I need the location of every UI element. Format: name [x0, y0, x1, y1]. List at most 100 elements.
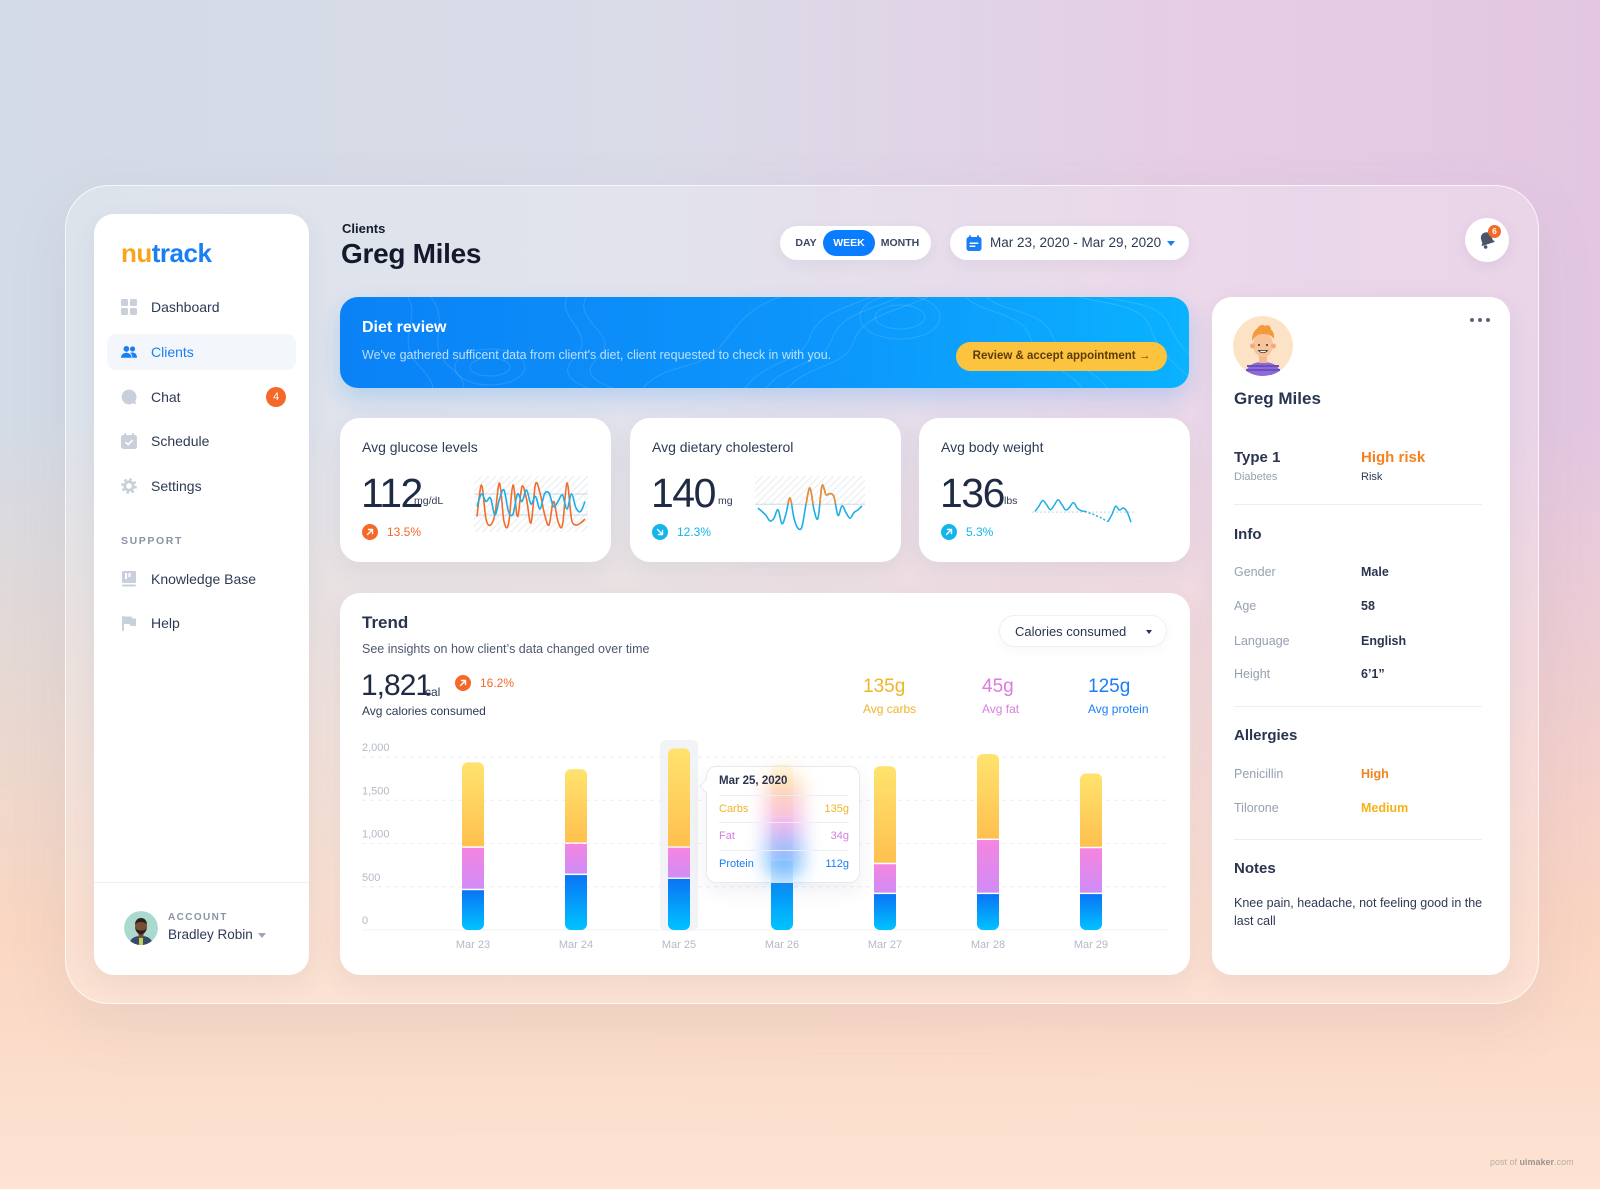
bar-segment-fat — [977, 840, 999, 893]
book-icon — [121, 571, 137, 587]
macro-value: 45g — [982, 676, 1014, 697]
y-tick-label: 1,500 — [362, 785, 390, 797]
metric-select-value: Calories consumed — [1015, 624, 1127, 639]
breadcrumb[interactable]: Clients — [342, 221, 385, 236]
cholesterol-sparkline — [755, 476, 865, 531]
y-tick-label: 500 — [362, 872, 380, 884]
logo-part-nu: nu — [121, 238, 152, 268]
trend-up-icon — [362, 524, 378, 540]
period-option-week[interactable]: WEEK — [823, 230, 875, 256]
section-divider — [1234, 839, 1482, 840]
x-tick-label: Mar 24 — [559, 939, 593, 951]
bar-stack[interactable] — [565, 769, 587, 930]
sparkline-line-projected — [1084, 510, 1109, 523]
bar-stack[interactable] — [874, 766, 896, 930]
sidebar-item-knowledge-base[interactable]: Knowledge Base — [107, 561, 296, 597]
avg-calories-label: Avg calories consumed — [362, 704, 486, 718]
account-label: ACCOUNT — [168, 912, 228, 923]
glucose-sparkline — [474, 476, 588, 532]
risk-label: Risk — [1361, 471, 1383, 483]
bar-segment-protein — [977, 894, 999, 930]
macro-label: Avg protein — [1088, 702, 1149, 716]
tooltip-row-label: Fat — [719, 830, 735, 842]
watermark-suffix: .com — [1554, 1157, 1574, 1167]
sidebar-item-help[interactable]: Help — [107, 605, 296, 641]
sparkline-line — [1034, 499, 1086, 513]
sidebar-item-chat[interactable]: Chat 4 — [107, 379, 296, 415]
bar-stack[interactable] — [462, 762, 484, 930]
bar-segment-protein — [462, 890, 484, 930]
info-value-language: English — [1361, 634, 1407, 648]
bar-segment-carbs — [462, 762, 484, 847]
more-options-button[interactable] — [1468, 311, 1494, 327]
flag-icon — [121, 615, 137, 631]
stat-card-cholesterol: Avg dietary cholesterol 140 mg 12.3% — [630, 418, 901, 562]
notifications-button[interactable]: 6 — [1465, 218, 1509, 262]
macro-protein: 125g Avg protein — [1088, 676, 1149, 716]
stat-title: Avg glucose levels — [362, 439, 478, 455]
allergy-name: Tilorone — [1234, 801, 1279, 815]
period-toggle: DAY WEEK MONTH — [780, 226, 931, 260]
notes-text: Knee pain, headache, not feeling good in… — [1234, 896, 1483, 928]
metric-select[interactable]: Calories consumed — [999, 615, 1167, 647]
review-accept-appointment-button[interactable]: Review & accept appointment → — [956, 342, 1167, 371]
logo[interactable]: nutrack — [121, 238, 212, 269]
users-icon — [121, 344, 137, 360]
diet-review-banner: Diet review We've gathered sufficent dat… — [340, 297, 1189, 388]
account-switcher[interactable]: Bradley Robin — [168, 927, 266, 942]
section-divider — [1234, 706, 1482, 707]
caret-down-icon — [1167, 241, 1175, 246]
bar-segment-fat — [668, 847, 690, 878]
bar-stack[interactable] — [1080, 773, 1102, 930]
sidebar-item-clients[interactable]: Clients — [107, 334, 296, 370]
account-avatar[interactable] — [124, 911, 158, 945]
bar-segment-protein — [1080, 894, 1102, 930]
trend-card: Trend See insights on how client’s data … — [340, 593, 1190, 975]
sidebar-item-label: Clients — [151, 344, 194, 360]
trend-down-icon — [652, 524, 668, 540]
bar-segment-protein — [565, 875, 587, 930]
trend-up-icon — [941, 524, 957, 540]
stat-change-value: 13.5% — [387, 525, 422, 539]
allergy-level: Medium — [1361, 801, 1409, 815]
bar-stack[interactable] — [668, 748, 690, 930]
calendar-icon — [966, 235, 982, 251]
tooltip-divider — [719, 850, 849, 851]
tooltip-date: Mar 25, 2020 — [719, 775, 788, 787]
info-key-gender: Gender — [1234, 565, 1276, 579]
bar-segment-protein — [874, 894, 896, 930]
bar-segment-carbs — [1080, 773, 1102, 847]
bar-segment-protein — [668, 878, 690, 930]
tooltip-divider — [719, 822, 849, 823]
tooltip-row-value: 135g — [824, 803, 849, 815]
trend-up-icon — [455, 675, 471, 691]
allergy-name: Penicillin — [1234, 767, 1284, 781]
diabetes-type: Type 1 — [1234, 449, 1281, 466]
bar-stack[interactable] — [977, 753, 999, 930]
info-key-language: Language — [1234, 634, 1290, 648]
banner-title: Diet review — [362, 319, 447, 336]
sidebar-item-label: Schedule — [151, 433, 210, 449]
period-option-day[interactable]: DAY — [791, 230, 821, 256]
date-range-picker[interactable]: Mar 23, 2020 - Mar 29, 2020 — [950, 226, 1189, 260]
x-tick-label: Mar 25 — [662, 939, 696, 951]
sidebar-item-dashboard[interactable]: Dashboard — [107, 289, 296, 325]
caret-down-icon — [1146, 630, 1152, 634]
period-option-month[interactable]: MONTH — [878, 230, 922, 256]
y-tick-label: 2,000 — [362, 742, 390, 754]
y-tick-label: 0 — [362, 915, 368, 927]
date-range-value: Mar 23, 2020 - Mar 29, 2020 — [990, 235, 1162, 250]
x-tick-label: Mar 28 — [971, 939, 1005, 951]
x-tick-label: Mar 27 — [868, 939, 902, 951]
info-value-height: 6’1” — [1361, 667, 1385, 681]
sidebar-item-label: Settings — [151, 478, 202, 494]
tooltip-row-label: Carbs — [719, 803, 749, 815]
sidebar-item-settings[interactable]: Settings — [107, 468, 296, 504]
stat-unit: mg — [718, 495, 733, 507]
avg-calories-change-value: 16.2% — [480, 676, 515, 690]
tooltip-row-carbs: Carbs 135g — [719, 803, 849, 815]
stat-value: 112 — [361, 470, 423, 516]
body-weight-sparkline — [1032, 499, 1134, 523]
x-tick-label: Mar 26 — [765, 939, 799, 951]
sidebar-item-schedule[interactable]: Schedule — [107, 423, 296, 459]
